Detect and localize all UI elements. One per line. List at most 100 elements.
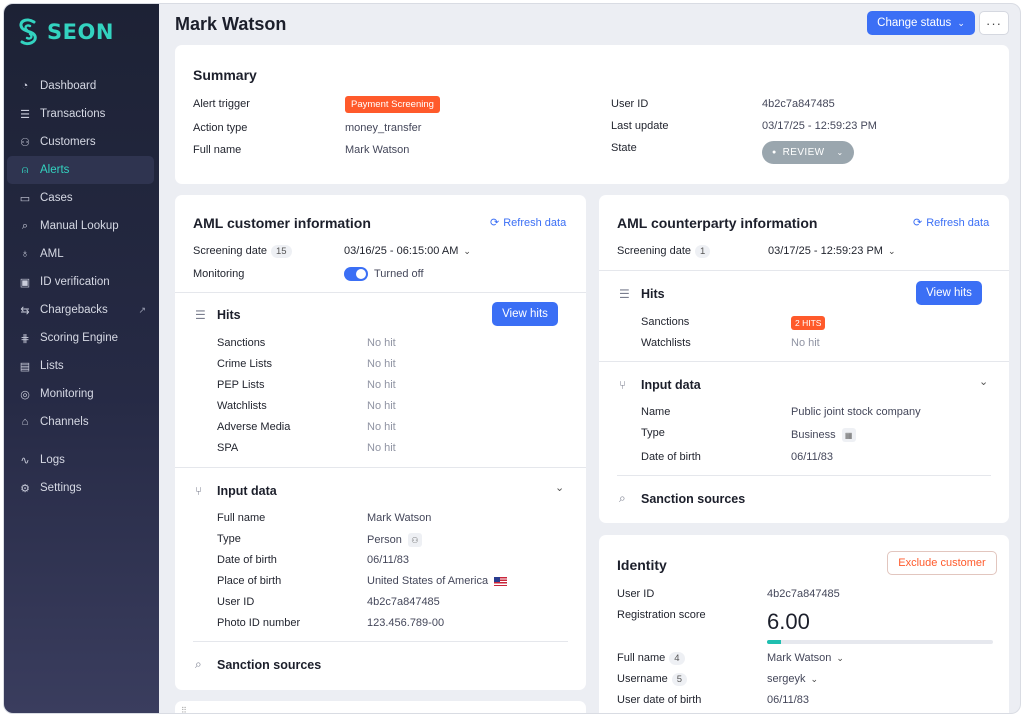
hits-title: Hits [217, 308, 241, 322]
divider [175, 292, 586, 293]
sidebar: SEON ◔ Dashboard ☰ Transactions ⚇ Customers… [4, 4, 159, 713]
monitoring-value: Turned off [374, 268, 424, 280]
exclude-customer-button[interactable]: Exclude customer [887, 551, 997, 575]
input-label-dob: Date of birth [217, 554, 277, 566]
input-label-dob: Date of birth [641, 451, 701, 463]
full-name-label: Full name [193, 144, 242, 156]
hit-value-watchlists: No hit [367, 400, 396, 412]
person-icon: ⚇ [407, 533, 422, 547]
sidebar-item-aml[interactable]: ♁ AML [7, 240, 154, 268]
hit-label-spa: SPA [217, 442, 239, 454]
list-icon: ☰ [20, 108, 30, 121]
state-label: State [611, 142, 637, 154]
screening-count-badge: 1 [695, 245, 711, 258]
exclude-customer-label: Exclude customer [898, 557, 986, 569]
branch-icon: ⑂ [195, 484, 203, 498]
sidebar-item-transactions[interactable]: ☰ Transactions [7, 100, 154, 128]
sidebar-item-channels[interactable]: ⌂ Channels [7, 408, 154, 436]
chevron-down-icon: ⌄ [463, 246, 471, 256]
sidebar-nav: ◔ Dashboard ☰ Transactions ⚇ Customers ⍝ Ale… [4, 72, 159, 502]
alert-trigger-label: Alert trigger [193, 98, 250, 110]
full-name-count-badge: 4 [669, 652, 685, 665]
input-data-section-title[interactable]: ⑂ Input data [195, 484, 277, 498]
aml-counterparty-title: AML counterparty information [617, 215, 818, 231]
screening-date-select[interactable]: 03/16/25 - 06:15:00 AM ⌄ [344, 245, 471, 257]
hit-label-pep-lists: PEP Lists [217, 379, 265, 391]
change-status-button[interactable]: Change status ⌄ [867, 11, 975, 35]
view-hits-button[interactable]: View hits [492, 302, 558, 326]
input-label-name: Name [641, 406, 671, 418]
user-id-label: User ID [611, 98, 649, 110]
us-flag-icon [494, 576, 508, 586]
nav-gap [4, 436, 159, 446]
chevron-down-icon[interactable]: ⌄ [979, 375, 988, 388]
sanction-sources-section[interactable]: ⌕ Sanction sources [195, 657, 321, 672]
refresh-data-button[interactable]: ⟳ Refresh data [913, 216, 989, 230]
more-icon: ··· [986, 15, 1002, 31]
state-select[interactable]: ● REVIEW ⌄ [762, 141, 854, 164]
action-type-value: money_transfer [345, 122, 422, 134]
hits-section-title: ☰ Hits [619, 287, 665, 301]
sidebar-item-chargebacks[interactable]: ⇆ Chargebacks ↗ [7, 296, 154, 324]
user-id-value: 4b2c7a847485 [762, 98, 835, 110]
chargeback-icon: ⇆ [20, 304, 30, 317]
sidebar-item-settings[interactable]: ⚙ Settings [7, 474, 154, 502]
more-options-button[interactable]: ··· [979, 11, 1009, 35]
hits-section-title: ☰ Hits [195, 308, 241, 322]
refresh-data-button[interactable]: ⟳ Refresh data [490, 216, 566, 230]
identity-user-id-label: User ID [617, 588, 655, 600]
list-icon: ☰ [619, 287, 630, 301]
status-dot-icon: ● [772, 149, 777, 156]
input-value-full-name: Mark Watson [367, 512, 432, 524]
username-select[interactable]: sergeyk ⌄ [767, 673, 818, 685]
screening-date-text: Screening date [193, 245, 267, 257]
hit-label-watchlists: Watchlists [217, 400, 267, 412]
sidebar-item-lists[interactable]: ▤ Lists [7, 352, 154, 380]
aml-customer-title: AML customer information [193, 215, 371, 231]
screening-date-value: 03/17/25 - 12:59:23 PM [768, 245, 883, 257]
sidebar-item-scoring-engine[interactable]: ⋕ Scoring Engine [7, 324, 154, 352]
search-icon: ⌕ [21, 219, 29, 232]
input-value-type: Business [791, 428, 836, 441]
brand-logo[interactable]: SEON [16, 18, 114, 46]
view-hits-label: View hits [926, 287, 972, 299]
page-title: Mark Watson [175, 14, 287, 34]
divider [193, 641, 568, 642]
monitoring-toggle[interactable] [344, 267, 368, 281]
screening-date-select[interactable]: 03/17/25 - 12:59:23 PM ⌄ [768, 245, 896, 257]
monitoring-label: Monitoring [193, 268, 245, 280]
user-dob-label: User date of birth [617, 694, 702, 706]
hit-label-watchlists: Watchlists [641, 337, 691, 349]
input-value-place-of-birth: United States of America [367, 575, 489, 587]
alert-trigger-badge: Payment Screening [345, 96, 440, 113]
divider [599, 270, 1009, 271]
chevron-down-icon[interactable]: ⌄ [555, 481, 564, 494]
sidebar-item-label: Settings [40, 482, 82, 494]
sidebar-item-dashboard[interactable]: ◔ Dashboard [7, 72, 154, 100]
input-value-type-wrap: Person ⚇ [367, 533, 422, 547]
last-update-label: Last update [611, 120, 669, 132]
sidebar-item-alerts[interactable]: ⍝ Alerts [7, 156, 154, 184]
username-label: Username 5 [617, 673, 688, 686]
screening-date-label: Screening date 1 [617, 245, 711, 258]
sidebar-item-manual-lookup[interactable]: ⌕ Manual Lookup [7, 212, 154, 240]
sidebar-item-logs[interactable]: ∿ Logs [7, 446, 154, 474]
sidebar-item-cases[interactable]: ▭ Cases [7, 184, 154, 212]
screening-date-label: Screening date 15 [193, 245, 292, 258]
chevron-down-icon: ⌄ [887, 246, 896, 256]
identity-card: Identity Exclude customer User ID 4b2c7a… [599, 535, 1009, 713]
drag-handle-icon[interactable]: ⠿ [181, 706, 187, 713]
sanction-sources-section[interactable]: ⌕ Sanction sources [619, 491, 745, 506]
view-hits-label: View hits [502, 308, 548, 320]
sidebar-item-monitoring[interactable]: ◎ Monitoring [7, 380, 154, 408]
user-dob-value: 06/11/83 [767, 694, 810, 706]
input-data-section-title[interactable]: ⑂ Input data [619, 378, 701, 392]
gear-icon: ⚙ [20, 482, 30, 495]
identity-full-name-select[interactable]: Mark Watson ⌄ [767, 652, 844, 664]
view-hits-button[interactable]: View hits [916, 281, 982, 305]
sidebar-item-customers[interactable]: ⚇ Customers [7, 128, 154, 156]
hit-label-sanctions: Sanctions [641, 316, 690, 328]
sidebar-item-id-verification[interactable]: ▣ ID verification [7, 268, 154, 296]
last-update-value: 03/17/25 - 12:59:23 PM [762, 120, 877, 132]
refresh-icon: ⟳ [913, 217, 923, 229]
